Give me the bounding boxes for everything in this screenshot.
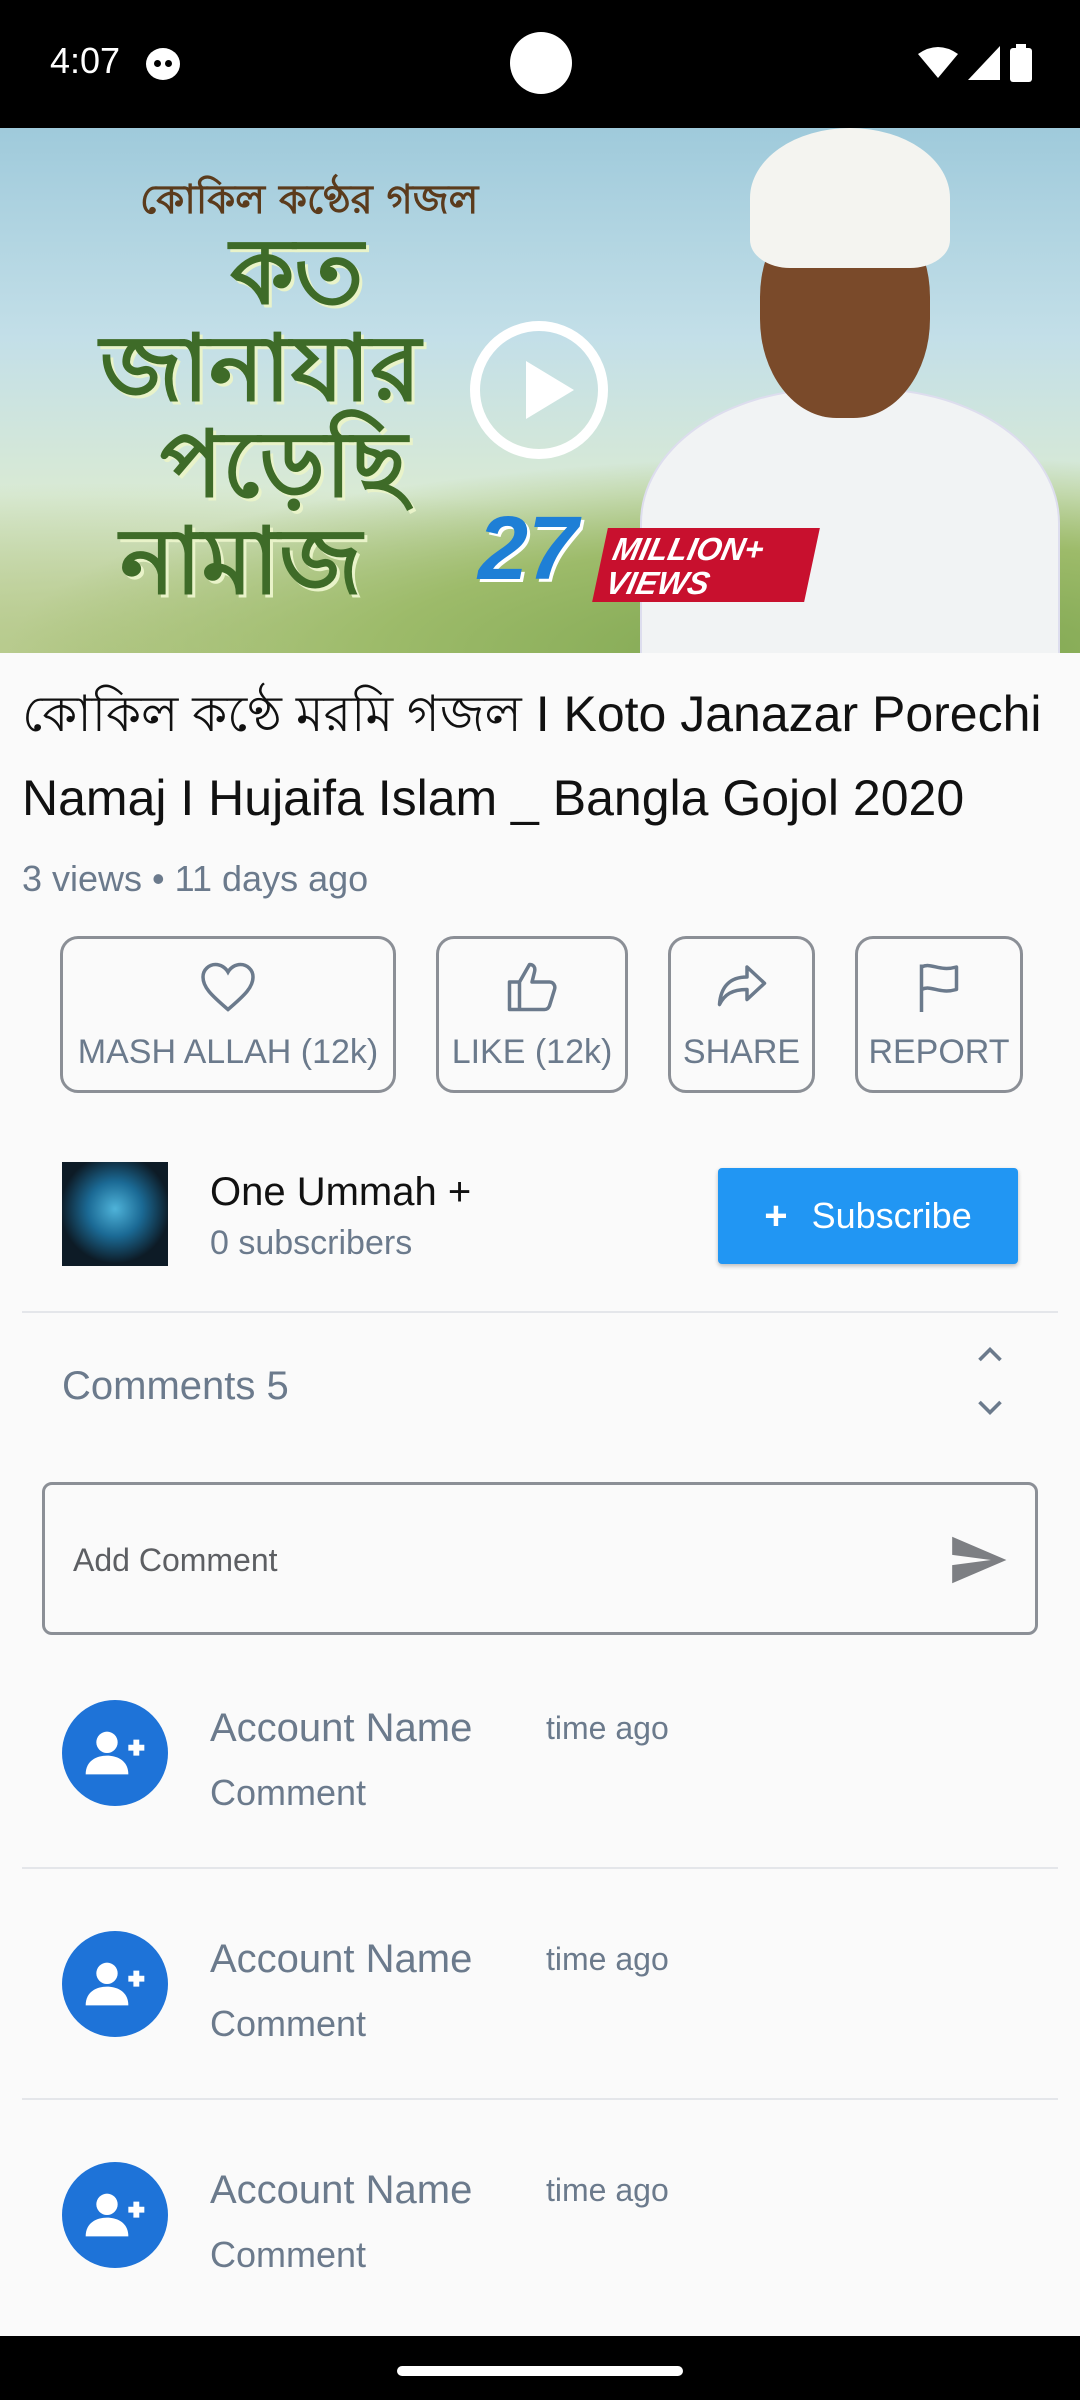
comment-avatar[interactable]: [62, 1700, 168, 1806]
like-label: LIKE (12k): [451, 1033, 613, 1071]
status-time: 4:07: [50, 40, 121, 81]
share-button[interactable]: SHARE: [668, 936, 815, 1093]
divider: [22, 2098, 1058, 2100]
plus-icon: +: [764, 1193, 788, 1238]
report-button[interactable]: REPORT: [855, 936, 1023, 1093]
comment-text: Comment: [210, 2234, 367, 2275]
comment-avatar[interactable]: [62, 2162, 168, 2268]
mash-allah-button[interactable]: MASH ALLAH (12k): [60, 936, 396, 1093]
video-meta: 3 views • 11 days ago: [22, 858, 369, 899]
camera-cutout: [510, 32, 572, 94]
signal-icon: [968, 46, 1000, 80]
notification-app-icon: [146, 48, 180, 80]
share-label: SHARE: [682, 1033, 801, 1071]
comment-account-name[interactable]: Account Name: [210, 2168, 472, 2213]
report-label: REPORT: [868, 1033, 1010, 1071]
comment-time: time ago: [546, 1941, 669, 1977]
battery-icon: [1010, 44, 1032, 82]
comment-time: time ago: [546, 2172, 669, 2208]
add-person-icon: [85, 1962, 145, 2006]
thumbnail-line: পড়েছি: [160, 410, 408, 519]
thumbnail-line: জানাযার: [100, 313, 421, 422]
divider: [22, 1867, 1058, 1869]
views-banner-line: MILLION+: [609, 531, 768, 567]
play-icon[interactable]: [470, 321, 608, 459]
subscribe-label: Subscribe: [811, 1195, 972, 1236]
comment-item: Account Name time ago Comment: [0, 1700, 1080, 1930]
wifi-icon: [918, 47, 958, 78]
comment-account-name[interactable]: Account Name: [210, 1937, 472, 1982]
thumbnail-title-art: কত জানাযার পড়েছি নামাজ: [100, 223, 421, 609]
thumbnail-views-number: 27: [478, 499, 579, 599]
subscribe-button[interactable]: + Subscribe: [718, 1168, 1018, 1264]
add-comment-input[interactable]: [73, 1535, 933, 1585]
comments-title: Comments 5: [62, 1364, 289, 1408]
status-bar: 4:07: [0, 0, 1080, 128]
thumbnail-views-banner: MILLION+ VIEWS: [592, 528, 820, 602]
flag-icon: [919, 963, 959, 1012]
comment-time: time ago: [546, 1710, 669, 1746]
thumbs-up-icon: [507, 962, 557, 1012]
views-banner-line: VIEWS: [602, 565, 714, 601]
system-nav-bar: [0, 2336, 1080, 2400]
chevron-up-icon[interactable]: [972, 1336, 1008, 1372]
send-icon[interactable]: [947, 1529, 1009, 1591]
thumbnail-line: নামাজ: [120, 506, 362, 615]
channel-subscribers: 0 subscribers: [210, 1224, 413, 1262]
home-gesture-handle[interactable]: [397, 2366, 683, 2376]
video-player[interactable]: কোকিল কণ্ঠের গজল কত জানাযার পড়েছি নামাজ…: [0, 128, 1080, 653]
comment-item: Account Name time ago Comment: [0, 1931, 1080, 2161]
chevron-down-icon[interactable]: [972, 1390, 1008, 1426]
heart-icon: [201, 962, 255, 1012]
channel-row: One Ummah + 0 subscribers + Subscribe: [62, 1162, 1020, 1266]
video-title: কোকিল কণ্ঠে মরমি গজল I Koto Janazar Pore…: [22, 686, 1042, 826]
status-icons: [918, 44, 1032, 82]
channel-avatar[interactable]: [62, 1162, 168, 1266]
add-comment-box: [42, 1482, 1038, 1635]
add-person-icon: [85, 1731, 145, 1775]
channel-name[interactable]: One Ummah +: [210, 1170, 471, 1215]
divider: [22, 1311, 1058, 1313]
mash-allah-label: MASH ALLAH (12k): [77, 1033, 379, 1071]
comment-account-name[interactable]: Account Name: [210, 1706, 472, 1751]
action-bar: MASH ALLAH (12k) LIKE (12k) SHARE REPORT: [60, 936, 1023, 1093]
add-person-icon: [85, 2193, 145, 2237]
like-button[interactable]: LIKE (12k): [436, 936, 628, 1093]
comment-text: Comment: [210, 1772, 367, 1813]
comment-text: Comment: [210, 2003, 367, 2044]
thumbnail-line: কত: [230, 217, 364, 325]
share-icon: [717, 965, 766, 1007]
comment-avatar[interactable]: [62, 1931, 168, 2037]
